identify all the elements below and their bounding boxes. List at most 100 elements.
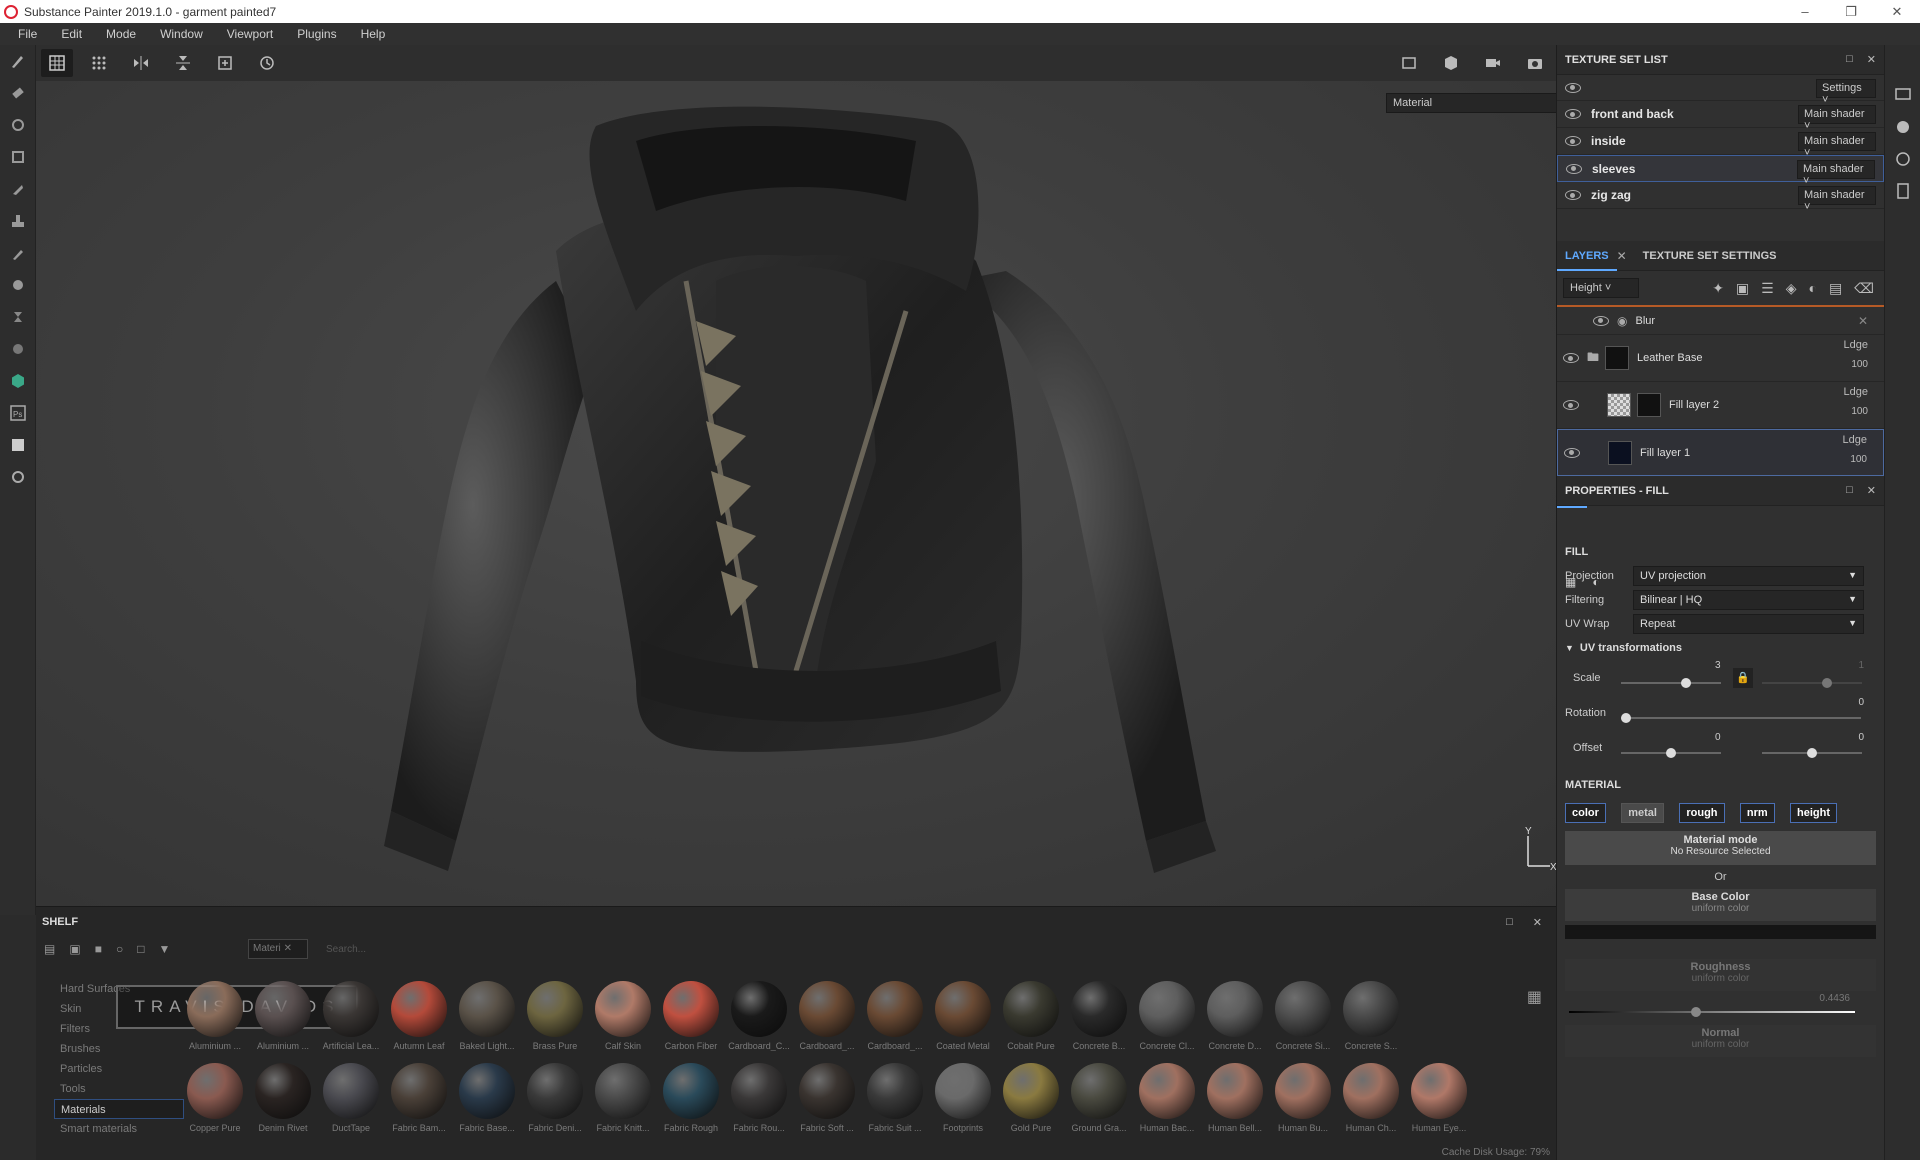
mirror-x-icon[interactable] [125,49,157,77]
material-thumbnail[interactable]: Cobalt Pure [998,981,1064,1051]
settings-icon[interactable] [0,461,36,493]
layer-opacity[interactable]: 100 [1851,359,1868,370]
projection-icon[interactable] [0,109,36,141]
menu-viewport[interactable]: Viewport [215,27,285,41]
uv-transformations-toggle[interactable]: ▼ UV transformations [1557,636,1884,660]
material-thumbnail[interactable]: Fabric Suit ... [862,1063,928,1133]
material-thumbnail[interactable]: Aluminium ... [250,981,316,1051]
shelf-search-input[interactable]: Search... [326,944,366,955]
history-icon[interactable] [251,49,283,77]
eye-icon[interactable] [1565,190,1581,200]
eye-icon[interactable] [1565,136,1581,146]
close-panel-icon[interactable]: ✕ [1867,484,1876,497]
filtering-dropdown[interactable]: Bilinear | HQ ▼ [1633,590,1864,610]
shelf-category[interactable]: Smart materials [54,1119,184,1139]
shader-settings-icon[interactable] [1885,111,1920,143]
material-thumbnail[interactable]: Baked Light... [454,981,520,1051]
material-thumbnail[interactable]: Artificial Lea... [318,981,384,1051]
measure-icon[interactable] [0,301,36,333]
minimize-icon[interactable]: – [1782,0,1828,23]
scale-slider[interactable] [1621,678,1721,688]
rotation-slider-knob[interactable] [1621,713,1631,723]
3d-viewport[interactable]: Material ▼ [36,81,1556,906]
tab-layers[interactable]: LAYERS [1557,241,1617,271]
shader-dropdown[interactable]: Main shader ˅ [1797,160,1875,187]
shelf-category[interactable]: Particles [54,1059,184,1079]
screenshot-icon[interactable] [0,429,36,461]
material-thumbnail[interactable]: Concrete D... [1202,981,1268,1051]
material-mode-box[interactable]: Material mode No Resource Selected [1565,831,1876,865]
folder-icon[interactable]: ▤ [44,942,55,956]
channel-color-button[interactable]: color [1565,803,1606,823]
material-thumbnail[interactable]: Calf Skin [590,981,656,1051]
export-icon[interactable]: □ [137,942,144,956]
grid-view-icon[interactable]: ▦ [1527,987,1542,1007]
view-3d-cube-icon[interactable] [1435,49,1467,77]
scale-slider-knob[interactable] [1822,678,1832,688]
material-thumbnail[interactable]: Cardboard_... [862,981,928,1051]
layer-opacity[interactable]: 100 [1850,454,1867,465]
add-fill-icon[interactable]: ◈ [1786,280,1797,297]
paint-brush-icon[interactable] [0,45,36,77]
texture-set-row[interactable]: sleeves Main shader ˅ [1557,155,1884,187]
log-icon[interactable] [1885,175,1920,207]
material-thumbnail[interactable]: Fabric Deni... [522,1063,588,1133]
material-thumbnail[interactable]: Human Ch... [1338,1063,1404,1133]
substance-share-icon[interactable] [0,365,36,397]
undock-icon[interactable]: □ [1846,53,1853,66]
material-thumbnail[interactable]: Fabric Rough [658,1063,724,1133]
tab-texture-set-settings[interactable]: TEXTURE SET SETTINGS [1635,241,1785,271]
history-panel-icon[interactable] [1885,143,1920,175]
undock-icon[interactable]: □ [1846,484,1853,497]
uvwrap-dropdown[interactable]: Repeat ▼ [1633,614,1864,634]
normal-box[interactable]: Normal uniform color [1565,1025,1876,1057]
view-2d-icon[interactable] [1393,49,1425,77]
eye-icon[interactable] [1593,315,1609,326]
eye-icon[interactable] [1564,447,1580,458]
close-tab-icon[interactable]: ✕ [1617,249,1627,263]
delete-icon[interactable]: ⌫ [1854,280,1874,297]
material-thumbnail[interactable]: Coated Metal [930,981,996,1051]
material-thumbnail[interactable]: Brass Pure [522,981,588,1051]
smudge-icon[interactable] [0,173,36,205]
channel-nrm-button[interactable]: nrm [1739,803,1775,823]
texture-set-row[interactable]: inside Main shader ˅ [1557,128,1884,159]
layer-row[interactable]: 🖿 Leather Base Ldge 100 [1557,335,1884,382]
color-picker-icon[interactable] [0,237,36,269]
add-frame-icon[interactable] [209,49,241,77]
layer-row[interactable]: Fill layer 1 Ldge 100 [1557,429,1884,476]
restore-icon[interactable]: ❐ [1828,0,1874,23]
channel-dropdown[interactable]: Height ˅ [1563,278,1639,298]
material-picker-icon[interactable] [0,269,36,301]
magic-wand-icon[interactable]: ✦ [1712,280,1724,297]
material-thumbnail[interactable]: Fabric Soft ... [794,1063,860,1133]
eye-icon[interactable] [1565,109,1581,119]
material-thumbnail[interactable]: Fabric Bam... [386,1063,452,1133]
settings-dropdown[interactable]: Settings ˅ [1816,79,1876,106]
layer-row[interactable]: Fill layer 2 Ldge 100 [1557,382,1884,429]
camera-icon[interactable] [1477,49,1509,77]
display-settings-icon[interactable] [1885,79,1920,111]
layer-opacity[interactable]: 100 [1851,406,1868,417]
undock-icon[interactable]: □ [1506,916,1513,929]
shader-dropdown[interactable]: Main shader ˅ [1798,105,1876,132]
material-thumbnail[interactable]: Aluminium ... [182,981,248,1051]
material-thumbnail[interactable]: DuctTape [318,1063,384,1133]
menu-window[interactable]: Window [148,27,215,41]
shelf-category[interactable]: Tools [54,1079,184,1099]
material-thumbnail[interactable]: Concrete Si... [1270,981,1336,1051]
rotation-slider[interactable] [1621,713,1861,723]
eye-icon[interactable] [1563,400,1579,410]
material-thumbnail[interactable]: Concrete Cl... [1134,981,1200,1051]
photoshop-icon[interactable]: Ps [0,397,36,429]
base-color-box[interactable]: Base Color uniform color [1565,889,1876,921]
roughness-slider-knob[interactable] [1691,1007,1701,1017]
material-thumbnail[interactable]: Carbon Fiber [658,981,724,1051]
clone-stamp-icon[interactable] [0,205,36,237]
eraser-icon[interactable] [0,77,36,109]
menu-file[interactable]: File [6,27,49,41]
shelf-category[interactable]: Brushes [54,1039,184,1059]
add-layer-icon[interactable]: ☰ [1761,280,1774,297]
offset-x-slider[interactable] [1621,748,1721,758]
hide-icon[interactable]: ○ [116,942,123,956]
